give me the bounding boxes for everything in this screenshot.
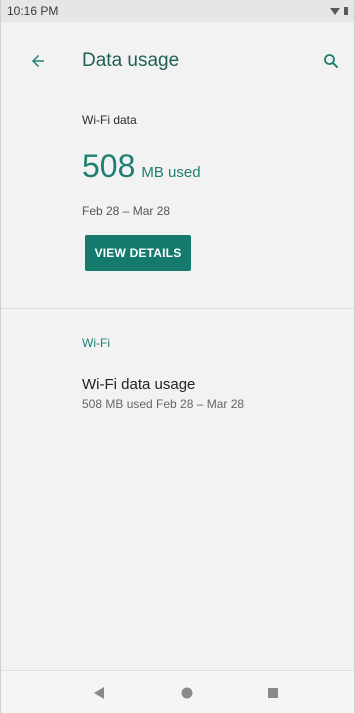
search-icon[interactable]: [320, 50, 342, 72]
page-title: Data usage: [82, 50, 180, 71]
status-time: 10:16 PM: [7, 4, 59, 18]
usage-number: 508: [82, 148, 136, 184]
date-range: Feb 28 – Mar 28: [82, 204, 171, 218]
section-divider: [1, 308, 354, 309]
usage-amount: 508 MB used: [82, 148, 201, 185]
usage-unit: MB used: [141, 164, 201, 181]
wifi-section-header: Wi-Fi: [82, 336, 110, 350]
status-bar: 10:16 PM: [1, 0, 354, 22]
toolbar: Data usage: [1, 22, 354, 100]
wifi-data-usage-title: Wi-Fi data usage: [82, 376, 196, 393]
usage-summary: Wi-Fi data 508 MB used Feb 28 – Mar 28 V…: [1, 100, 354, 308]
nav-back-icon[interactable]: [89, 683, 109, 703]
battery-icon: [344, 7, 348, 15]
view-details-button[interactable]: VIEW DETAILS: [85, 235, 191, 271]
wifi-data-label: Wi-Fi data: [82, 113, 137, 127]
nav-home-icon[interactable]: [177, 683, 197, 703]
phone-screen: 10:16 PM Data usage Wi-Fi data 508 MB us…: [0, 0, 355, 713]
wifi-data-usage-subtitle: 508 MB used Feb 28 – Mar 28: [82, 397, 245, 411]
nav-recents-icon[interactable]: [263, 683, 283, 703]
arrow-back-icon[interactable]: [27, 50, 49, 72]
status-icons: [330, 7, 348, 15]
wifi-data-usage-item[interactable]: Wi-Fi data usage 508 MB used Feb 28 – Ma…: [1, 369, 355, 419]
navigation-bar: [1, 670, 354, 713]
wifi-signal-icon: [330, 7, 340, 15]
